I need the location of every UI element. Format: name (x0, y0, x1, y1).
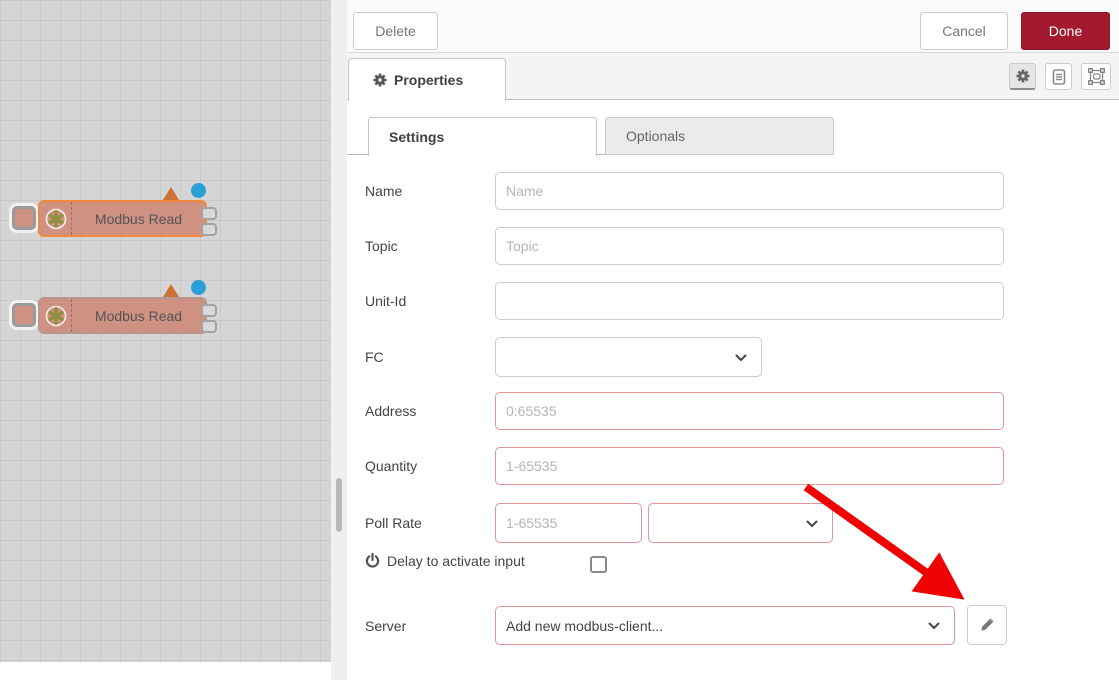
node-icon-zone (40, 202, 72, 235)
gear-icon (373, 73, 387, 87)
server-label: Server (365, 618, 406, 634)
fc-label: FC (365, 349, 384, 365)
edit-appearance-button[interactable] (1081, 63, 1111, 90)
node-input-port[interactable] (12, 206, 36, 230)
node-input-port[interactable] (12, 303, 36, 327)
delete-button[interactable]: Delete (353, 12, 438, 50)
changed-badge-icon (191, 183, 206, 198)
node-output-port-2[interactable] (201, 320, 217, 333)
node-output-port-1[interactable] (201, 207, 217, 220)
unit-id-input[interactable] (495, 282, 1004, 320)
quantity-label: Quantity (365, 458, 417, 474)
description-icon (1052, 69, 1066, 85)
star-icon (45, 305, 67, 327)
address-input[interactable] (495, 392, 1004, 430)
changed-badge-icon (191, 280, 206, 295)
star-icon (45, 208, 67, 230)
poll-rate-input[interactable] (495, 503, 642, 543)
gear-icon (1016, 69, 1030, 83)
topic-input[interactable] (495, 227, 1004, 265)
name-input[interactable] (495, 172, 1004, 210)
quantity-input[interactable] (495, 447, 1004, 485)
flow-canvas[interactable]: Modbus Read Modbus Read (0, 0, 331, 662)
node-label: Modbus Read (72, 202, 205, 235)
tray-header: Delete Cancel Done (347, 0, 1119, 53)
server-select[interactable]: Add new modbus-client... (495, 606, 955, 645)
power-icon (365, 553, 380, 569)
node-label: Modbus Read (72, 299, 205, 332)
topic-label: Topic (365, 238, 398, 254)
name-label: Name (365, 183, 402, 199)
cancel-button[interactable]: Cancel (920, 12, 1008, 50)
node-output-port-1[interactable] (201, 304, 217, 317)
appearance-icon (1088, 68, 1105, 85)
node-icon-zone (40, 299, 72, 332)
modbus-read-node[interactable]: Modbus Read (38, 297, 207, 334)
tray-resize-handle[interactable] (336, 478, 342, 532)
delay-label: Delay to activate input (387, 553, 525, 569)
tab-properties[interactable]: Properties (348, 58, 506, 101)
edit-properties-button[interactable] (1009, 63, 1036, 90)
address-label: Address (365, 403, 416, 419)
properties-toolbar: Properties (347, 53, 1119, 100)
delay-checkbox[interactable] (590, 556, 607, 573)
pencil-icon (979, 617, 995, 633)
node-output-port-2[interactable] (201, 223, 217, 236)
unit-id-label: Unit-Id (365, 293, 406, 309)
unconfigured-warning-icon (163, 284, 179, 297)
edit-description-button[interactable] (1045, 63, 1072, 90)
poll-rate-unit-select[interactable] (648, 503, 833, 543)
tray-resize-bar[interactable] (331, 0, 347, 680)
unconfigured-warning-icon (163, 187, 179, 200)
done-button[interactable]: Done (1021, 12, 1110, 50)
poll-rate-label: Poll Rate (365, 515, 422, 531)
fc-select[interactable] (495, 337, 762, 377)
properties-tab-label: Properties (394, 72, 463, 88)
modbus-read-node[interactable]: Modbus Read (38, 200, 207, 237)
edit-tray-panel: Delete Cancel Done Properties (347, 0, 1119, 680)
tab-settings[interactable]: Settings (368, 117, 597, 156)
edit-server-button[interactable] (967, 605, 1007, 645)
tab-optionals[interactable]: Optionals (605, 117, 834, 155)
